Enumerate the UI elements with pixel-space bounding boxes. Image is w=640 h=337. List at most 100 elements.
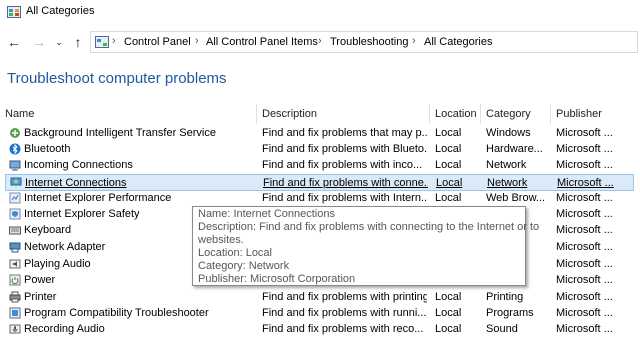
column-divider[interactable] (429, 104, 430, 124)
tooltip-location: Location: Local (198, 247, 272, 259)
row-name: Internet Explorer Safety (24, 208, 140, 220)
column-header-publisher[interactable]: Publisher (556, 108, 602, 120)
window-title: All Categories (26, 5, 95, 17)
row-description: Find and fix problems with inco... (262, 159, 423, 171)
column-header-category[interactable]: Category (486, 108, 531, 120)
printer-icon (9, 291, 21, 303)
row-name: Printer (24, 291, 57, 303)
row-location: Local (435, 323, 462, 335)
row-category: Web Brow... (486, 192, 546, 204)
column-header-description[interactable]: Description (262, 108, 317, 120)
column-divider[interactable] (480, 104, 481, 124)
network-adapter-icon (9, 242, 21, 253)
row-name: Background Intelligent Transfer Service (24, 127, 216, 139)
breadcrumb-troubleshooting[interactable]: Troubleshooting (330, 36, 408, 48)
row-publisher: Microsoft ... (556, 241, 613, 253)
page-heading: Troubleshoot computer problems (7, 70, 227, 87)
list-item-selected[interactable]: Internet Connections Find and fix proble… (5, 174, 634, 191)
row-location: Local (435, 307, 462, 319)
breadcrumb-separator: › (318, 35, 322, 47)
column-divider[interactable] (550, 104, 551, 124)
navigation-bar: ← → ⌄ ↑ › Control Panel › All Control Pa… (0, 28, 640, 56)
row-name: Program Compatibility Troubleshooter (24, 307, 209, 319)
control-panel-small-icon (95, 36, 109, 48)
row-category: Windows (486, 127, 531, 139)
row-description: Find and fix problems with Blueto... (262, 143, 427, 155)
row-category: Hardware... (486, 143, 543, 155)
column-divider[interactable] (256, 104, 257, 124)
incoming-connections-icon (9, 160, 21, 171)
breadcrumb-separator: › (112, 35, 116, 47)
internet-connections-icon (10, 177, 22, 186)
list-item[interactable]: Program Compatibility Troubleshooter Fin… (0, 305, 640, 321)
row-publisher: Microsoft ... (556, 323, 613, 335)
row-name: Network Adapter (24, 241, 106, 253)
control-panel-icon (7, 6, 21, 18)
forward-arrow-icon[interactable]: → (31, 34, 47, 50)
row-name: Power (24, 274, 56, 286)
list-item[interactable]: Printer Find and fix problems with print… (0, 289, 640, 305)
row-publisher: Microsoft ... (557, 177, 614, 189)
row-category: Sound (486, 323, 518, 335)
row-location: Local (435, 127, 462, 139)
back-arrow-icon[interactable]: ← (6, 34, 22, 50)
compatibility-icon (9, 307, 21, 319)
list-item[interactable]: Incoming Connections Find and fix proble… (0, 157, 640, 173)
row-location: Local (436, 177, 463, 189)
recording-audio-icon (9, 324, 21, 334)
breadcrumb-separator: › (412, 35, 416, 47)
chevron-down-icon[interactable]: ⌄ (51, 34, 67, 50)
row-publisher: Microsoft ... (556, 143, 613, 155)
ie-safety-icon (9, 208, 21, 220)
row-name: Internet Explorer Performance (24, 192, 172, 204)
row-publisher: Microsoft ... (556, 159, 613, 171)
row-description: Find and fix problems that may p... (262, 127, 427, 139)
row-publisher: Microsoft ... (556, 127, 613, 139)
row-description: Find and fix problems with runni... (262, 307, 427, 319)
bluetooth-icon (9, 143, 21, 155)
list-item[interactable]: Background Intelligent Transfer Service … (0, 125, 640, 141)
tooltip-category: Category: Network (198, 260, 290, 272)
row-location: Local (435, 143, 462, 155)
column-header-name[interactable]: Name (5, 108, 34, 120)
power-icon (9, 274, 21, 286)
tooltip-publisher: Publisher: Microsoft Corporation (198, 273, 356, 285)
breadcrumb-all-categories[interactable]: All Categories (424, 36, 492, 48)
row-description: Find and fix problems with printing (262, 291, 427, 303)
row-publisher: Microsoft ... (556, 258, 613, 270)
row-category: Network (486, 159, 527, 171)
column-header-location[interactable]: Location (435, 108, 477, 120)
row-publisher: Microsoft ... (556, 307, 613, 319)
breadcrumb-separator: › (195, 35, 199, 47)
row-name: Recording Audio (24, 323, 105, 335)
row-publisher: Microsoft ... (556, 224, 613, 236)
breadcrumb-all-items[interactable]: All Control Panel Items (206, 36, 318, 48)
row-name: Playing Audio (24, 258, 91, 270)
list-item[interactable]: Bluetooth Find and fix problems with Blu… (0, 141, 640, 157)
row-name: Incoming Connections (24, 159, 133, 171)
address-bar[interactable]: › Control Panel › All Control Panel Item… (90, 31, 638, 53)
list-item[interactable]: Recording Audio Find and fix problems wi… (0, 321, 640, 337)
breadcrumb-control-panel[interactable]: Control Panel (124, 36, 191, 48)
row-publisher: Microsoft ... (556, 192, 613, 204)
row-location: Local (435, 291, 462, 303)
column-header-row: Name Description Location Category Publi… (0, 104, 640, 124)
ie-performance-icon (9, 192, 21, 204)
row-location: Local (435, 192, 462, 204)
row-publisher: Microsoft ... (556, 274, 613, 286)
row-category: Network (487, 177, 528, 189)
row-description: Find and fix problems with Intern... (262, 192, 427, 204)
row-category: Programs (486, 307, 534, 319)
row-description: Find and fix problems with conne... (263, 177, 428, 189)
tooltip: Name: Internet Connections Description: … (192, 206, 539, 286)
row-category: Printing (486, 291, 524, 303)
keyboard-icon (9, 226, 21, 235)
up-arrow-icon[interactable]: ↑ (70, 34, 86, 50)
row-publisher: Microsoft ... (556, 291, 613, 303)
title-bar: All Categories (0, 0, 640, 26)
row-name: Bluetooth (24, 143, 71, 155)
list-item[interactable]: Internet Explorer Performance Find and f… (0, 190, 640, 206)
row-location: Local (435, 159, 462, 171)
row-name: Keyboard (24, 224, 72, 236)
row-description: Find and fix problems with reco... (262, 323, 424, 335)
